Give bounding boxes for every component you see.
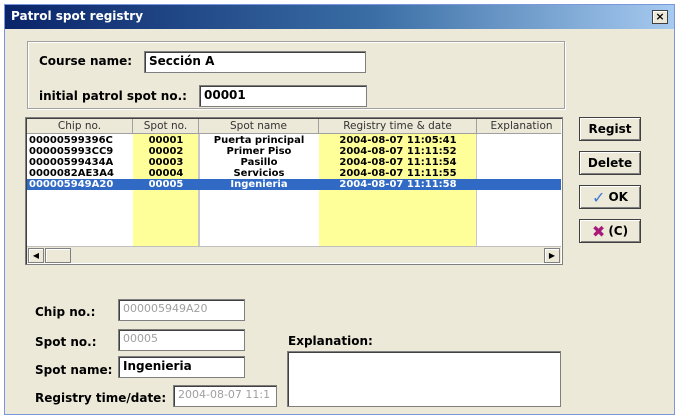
table-row[interactable]: 0000082AE3A4 00004 Servicios 2004-08-07 … (27, 168, 561, 179)
cell-spot-no: 00005 (148, 179, 184, 190)
cell-explanation (479, 168, 562, 179)
spot-grid[interactable]: Chip no. Spot no. Spot name Registry tim… (25, 117, 563, 265)
course-name-input[interactable]: Sección A (144, 51, 366, 73)
cell-chip: 00000599434A (29, 157, 114, 168)
registry-time-label: Registry time/date: (35, 391, 167, 405)
spot-no-label: Spot no.: (35, 335, 97, 349)
cell-explanation (479, 135, 562, 146)
cancel-button-label: (C) (608, 224, 629, 238)
chip-no-field[interactable]: 000005949A20 (118, 299, 245, 321)
cell-spot-name: Puerta principal (213, 135, 305, 146)
table-row[interactable]: 00000599396C 00001 Puerta principal 2004… (27, 135, 561, 146)
explanation-value (288, 352, 560, 358)
explanation-label: Explanation: (288, 334, 373, 348)
title-bar: Patrol spot registry × (5, 5, 674, 29)
cancel-button[interactable]: ✖ (C) (579, 219, 641, 243)
initial-spot-input[interactable]: 00001 (199, 85, 367, 107)
close-icon: × (655, 10, 665, 23)
col-header-explanation[interactable]: Explanation (477, 119, 562, 134)
cell-spot-name: Pasillo (240, 157, 278, 168)
cell-time: 2004-08-07 11:11:54 (339, 157, 457, 168)
close-button[interactable]: × (652, 10, 668, 24)
patrol-spot-registry-window: Patrol spot registry × Course name: Secc… (4, 4, 675, 415)
table-row[interactable]: 000005993CC9 00002 Primer Piso 2004-08-0… (27, 146, 561, 157)
delete-button-label: Delete (587, 156, 633, 170)
explanation-textarea[interactable] (287, 351, 561, 407)
cell-spot-name: Servicios (233, 168, 285, 179)
horizontal-scrollbar[interactable]: ◀ ▶ (27, 246, 561, 263)
col-header-spot-name[interactable]: Spot name (199, 119, 319, 134)
table-row[interactable]: 00000599434A 00003 Pasillo 2004-08-07 11… (27, 157, 561, 168)
cell-explanation (479, 157, 562, 168)
cell-time: 2004-08-07 11:11:58 (339, 179, 457, 190)
col-header-spot-no[interactable]: Spot no. (133, 119, 199, 134)
cell-explanation (479, 179, 562, 190)
cell-explanation (479, 146, 562, 157)
checkmark-icon: ✓ (592, 188, 606, 207)
delete-button[interactable]: Delete (579, 151, 641, 175)
chip-no-label: Chip no.: (35, 305, 96, 319)
cell-spot-no: 00004 (148, 168, 184, 179)
registry-time-field[interactable]: 2004-08-07 11:1 (173, 385, 277, 407)
spot-name-label: Spot name: (35, 363, 113, 377)
scroll-thumb[interactable] (45, 248, 71, 263)
cell-time: 2004-08-07 11:11:55 (339, 168, 457, 179)
regist-button[interactable]: Regist (579, 117, 641, 141)
cell-chip: 000005949A20 (29, 179, 114, 190)
cell-spot-no: 00001 (148, 135, 184, 146)
spot-name-field[interactable]: Ingenieria (118, 356, 245, 378)
table-row-selected[interactable]: 000005949A20 00005 Ingenieria 2004-08-07… (27, 179, 561, 190)
spot-no-field[interactable]: 00005 (118, 329, 245, 351)
col-header-time[interactable]: Registry time & date (319, 119, 477, 134)
col-header-chip[interactable]: Chip no. (27, 119, 133, 134)
arrow-left-icon[interactable]: ◀ (28, 248, 44, 263)
cell-chip: 0000082AE3A4 (29, 168, 114, 179)
window-title: Patrol spot registry (11, 9, 144, 23)
cell-spot-no: 00003 (148, 157, 184, 168)
x-icon: ✖ (591, 222, 606, 241)
ok-button-label: OK (608, 190, 628, 204)
cell-time: 2004-08-07 11:05:41 (339, 135, 457, 146)
cell-chip: 000005993CC9 (29, 146, 114, 157)
cell-spot-no: 00002 (148, 146, 184, 157)
ok-button[interactable]: ✓ OK (579, 185, 641, 209)
regist-button-label: Regist (588, 122, 632, 136)
cell-spot-name: Primer Piso (226, 146, 292, 157)
arrow-right-icon[interactable]: ▶ (544, 248, 560, 263)
cell-spot-name: Ingenieria (230, 179, 288, 190)
initial-spot-label: initial patrol spot no.: (39, 89, 187, 103)
grid-header: Chip no. Spot no. Spot name Registry tim… (27, 119, 561, 134)
course-name-label: Course name: (39, 54, 133, 68)
cell-time: 2004-08-07 11:11:52 (339, 146, 457, 157)
cell-chip: 00000599396C (29, 135, 113, 146)
